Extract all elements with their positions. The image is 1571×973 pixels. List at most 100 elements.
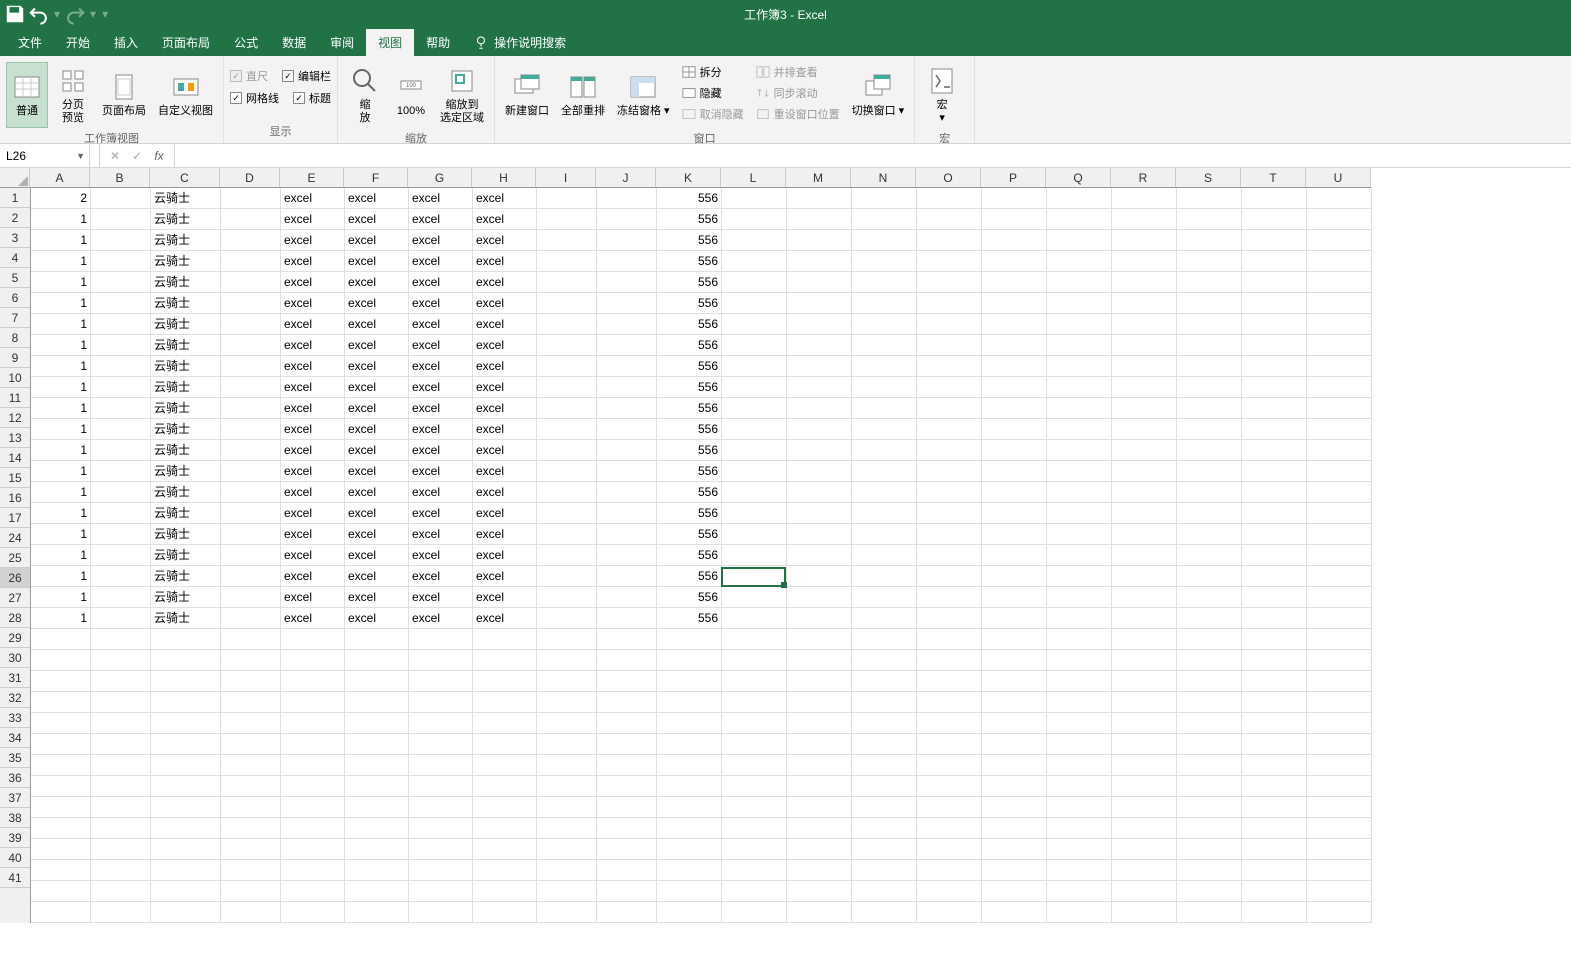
cell-O3[interactable] <box>917 230 982 250</box>
cell-T33[interactable] <box>1242 734 1307 754</box>
cell-D31[interactable] <box>221 692 281 712</box>
cell-R4[interactable] <box>1112 251 1177 271</box>
cell-K11[interactable]: 556 <box>657 398 722 418</box>
cell-Q17[interactable] <box>1047 524 1112 544</box>
cell-S32[interactable] <box>1177 713 1242 733</box>
cell-C34[interactable] <box>151 755 221 775</box>
cell-J11[interactable] <box>597 398 657 418</box>
cell-F30[interactable] <box>345 671 409 691</box>
cell-N29[interactable] <box>852 650 917 670</box>
cell-Q27[interactable] <box>1047 608 1112 628</box>
cell-S3[interactable] <box>1177 230 1242 250</box>
cell-P24[interactable] <box>982 545 1047 565</box>
cell-S29[interactable] <box>1177 650 1242 670</box>
cell-K6[interactable]: 556 <box>657 293 722 313</box>
cell-C2[interactable]: 云骑士 <box>151 209 221 229</box>
cell-N8[interactable] <box>852 335 917 355</box>
cell-S31[interactable] <box>1177 692 1242 712</box>
cell-E14[interactable]: excel <box>281 461 345 481</box>
cell-B30[interactable] <box>91 671 151 691</box>
cell-H38[interactable] <box>473 839 537 859</box>
cell-C29[interactable] <box>151 650 221 670</box>
cell-U6[interactable] <box>1307 293 1372 313</box>
split-button[interactable]: 拆分 <box>678 62 748 82</box>
cell-D10[interactable] <box>221 377 281 397</box>
cell-D28[interactable] <box>221 629 281 649</box>
cell-J8[interactable] <box>597 335 657 355</box>
cell-J6[interactable] <box>597 293 657 313</box>
cell-A14[interactable]: 1 <box>31 461 91 481</box>
cell-S40[interactable] <box>1177 881 1242 901</box>
cell-L9[interactable] <box>722 356 787 376</box>
cell-N14[interactable] <box>852 461 917 481</box>
cell-K30[interactable] <box>657 671 722 691</box>
cell-H30[interactable] <box>473 671 537 691</box>
cell-F10[interactable]: excel <box>345 377 409 397</box>
cell-G40[interactable] <box>409 881 473 901</box>
cell-H28[interactable] <box>473 629 537 649</box>
cell-C37[interactable] <box>151 818 221 838</box>
cell-I7[interactable] <box>537 314 597 334</box>
cell-C9[interactable]: 云骑士 <box>151 356 221 376</box>
cell-K9[interactable]: 556 <box>657 356 722 376</box>
cell-C15[interactable]: 云骑士 <box>151 482 221 502</box>
col-head-L[interactable]: L <box>721 168 786 187</box>
cell-O2[interactable] <box>917 209 982 229</box>
cell-I2[interactable] <box>537 209 597 229</box>
cell-H24[interactable]: excel <box>473 545 537 565</box>
cell-H33[interactable] <box>473 734 537 754</box>
cell-C5[interactable]: 云骑士 <box>151 272 221 292</box>
cell-A17[interactable]: 1 <box>31 524 91 544</box>
cell-S7[interactable] <box>1177 314 1242 334</box>
cell-P31[interactable] <box>982 692 1047 712</box>
cell-G41[interactable] <box>409 902 473 922</box>
cell-M6[interactable] <box>787 293 852 313</box>
cell-E7[interactable]: excel <box>281 314 345 334</box>
cell-P26[interactable] <box>982 587 1047 607</box>
cell-T14[interactable] <box>1242 461 1307 481</box>
cell-P9[interactable] <box>982 356 1047 376</box>
cell-N35[interactable] <box>852 776 917 796</box>
cell-T41[interactable] <box>1242 902 1307 922</box>
cell-P41[interactable] <box>982 902 1047 922</box>
cell-E24[interactable]: excel <box>281 545 345 565</box>
cell-G30[interactable] <box>409 671 473 691</box>
cell-P17[interactable] <box>982 524 1047 544</box>
cell-N15[interactable] <box>852 482 917 502</box>
row-head-8[interactable]: 8 <box>0 328 30 348</box>
cell-N3[interactable] <box>852 230 917 250</box>
cell-E40[interactable] <box>281 881 345 901</box>
cell-I29[interactable] <box>537 650 597 670</box>
cell-L4[interactable] <box>722 251 787 271</box>
cell-L34[interactable] <box>722 755 787 775</box>
cell-D3[interactable] <box>221 230 281 250</box>
cell-E39[interactable] <box>281 860 345 880</box>
cell-D1[interactable] <box>221 188 281 208</box>
cell-G6[interactable]: excel <box>409 293 473 313</box>
cell-R3[interactable] <box>1112 230 1177 250</box>
cell-M40[interactable] <box>787 881 852 901</box>
cell-D25[interactable] <box>221 566 281 586</box>
cell-A37[interactable] <box>31 818 91 838</box>
cell-E3[interactable]: excel <box>281 230 345 250</box>
cell-G4[interactable]: excel <box>409 251 473 271</box>
row-head-36[interactable]: 36 <box>0 768 30 788</box>
cell-G3[interactable]: excel <box>409 230 473 250</box>
cell-T32[interactable] <box>1242 713 1307 733</box>
cell-B5[interactable] <box>91 272 151 292</box>
cell-P5[interactable] <box>982 272 1047 292</box>
col-head-T[interactable]: T <box>1241 168 1306 187</box>
cell-E5[interactable]: excel <box>281 272 345 292</box>
row-head-5[interactable]: 5 <box>0 268 30 288</box>
cell-T37[interactable] <box>1242 818 1307 838</box>
cell-G39[interactable] <box>409 860 473 880</box>
cell-R13[interactable] <box>1112 440 1177 460</box>
cell-K26[interactable]: 556 <box>657 587 722 607</box>
tab-file[interactable]: 文件 <box>6 29 54 56</box>
cell-H7[interactable]: excel <box>473 314 537 334</box>
cell-Q6[interactable] <box>1047 293 1112 313</box>
cell-S26[interactable] <box>1177 587 1242 607</box>
cell-E32[interactable] <box>281 713 345 733</box>
cell-O8[interactable] <box>917 335 982 355</box>
cell-U10[interactable] <box>1307 377 1372 397</box>
